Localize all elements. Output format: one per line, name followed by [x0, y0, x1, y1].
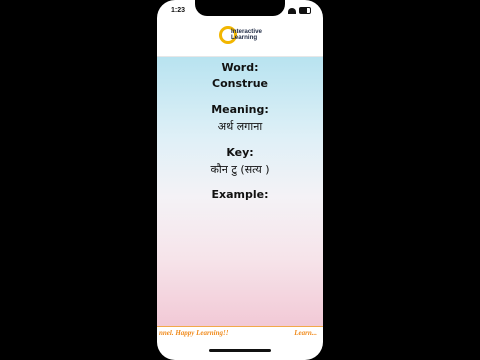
key-value: कौन टु (सत्य ) — [210, 163, 270, 176]
ticker-right: Learn... — [294, 329, 317, 337]
example-section: Example: — [157, 188, 323, 204]
meaning-label: Meaning: — [211, 103, 269, 116]
phone-frame: 1:23 Interactive Learning Word: Construe… — [157, 0, 323, 360]
home-indicator[interactable] — [209, 349, 271, 352]
ticker-left: nnel. Happy Learning!! — [159, 329, 229, 337]
status-time: 1:23 — [171, 7, 186, 14]
status-icons — [288, 7, 311, 14]
key-label: Key: — [226, 146, 254, 159]
footer-ticker: nnel. Happy Learning!! Learn... — [157, 326, 323, 341]
meaning-value: अर्थ लगाना — [217, 120, 263, 133]
device-notch — [195, 0, 285, 16]
wifi-icon — [288, 7, 296, 14]
word-card: Word: Construe Meaning: अर्थ लगाना Key: … — [157, 57, 323, 326]
key-section: Key: कौन टु (सत्य ) — [157, 146, 323, 177]
word-value: Construe — [212, 77, 268, 90]
battery-icon — [299, 7, 311, 14]
example-label: Example: — [211, 188, 269, 201]
logo-line-2: Learning — [231, 34, 258, 42]
word-section: Word: Construe — [157, 61, 323, 90]
word-label: Word: — [221, 61, 259, 74]
app-logo: Interactive Learning — [219, 26, 271, 48]
app-header: Interactive Learning — [157, 22, 323, 57]
logo-text: Interactive Learning — [231, 28, 262, 42]
meaning-section: Meaning: अर्थ लगाना — [157, 103, 323, 134]
